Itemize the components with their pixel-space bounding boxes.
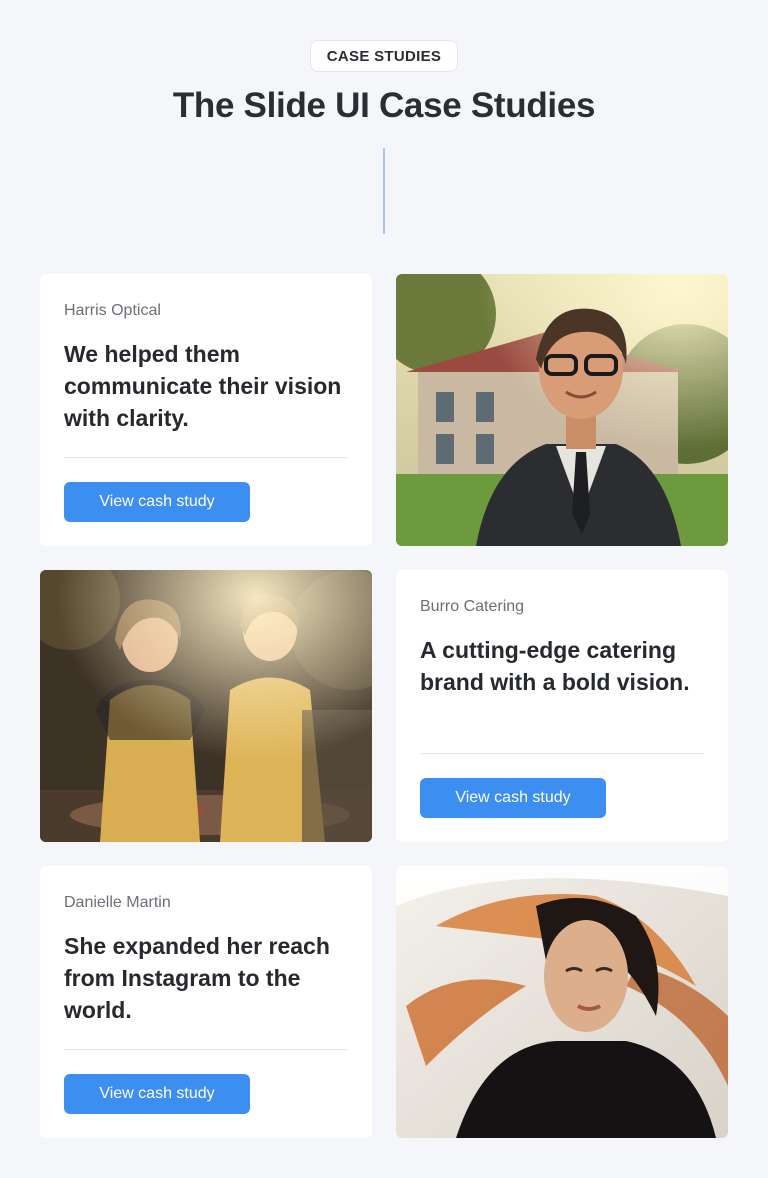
case-card-danielle-martin: Danielle Martin She expanded her reach f… [40,866,372,1138]
view-case-study-button[interactable]: View cash study [420,778,606,818]
view-case-study-button[interactable]: View cash study [64,1074,250,1114]
case-studies-badge: CASE STUDIES [310,40,458,72]
page-title: The Slide UI Case Studies [172,86,596,125]
view-case-study-button[interactable]: View cash study [64,482,250,522]
photo-catering-chefs [40,570,372,842]
case-card-burro-catering: Burro Catering A cutting-edge catering b… [396,570,728,842]
company-name: Danielle Martin [64,894,171,911]
photo-businessman [396,274,728,546]
case-headline: She expanded her reach from Instagram to… [64,933,330,1023]
photo-woman-portrait [396,866,728,1138]
card-divider [64,1049,348,1050]
case-card-harris-optical: Harris Optical We helped them communicat… [40,274,372,546]
company-name: Burro Catering [420,598,525,615]
vertical-divider [383,148,385,234]
company-name: Harris Optical [64,302,161,319]
card-divider [64,457,348,458]
card-divider [420,753,704,754]
case-headline: A cutting-edge catering brand with a bol… [420,637,690,695]
case-headline: We helped them communicate their vision … [64,341,342,431]
